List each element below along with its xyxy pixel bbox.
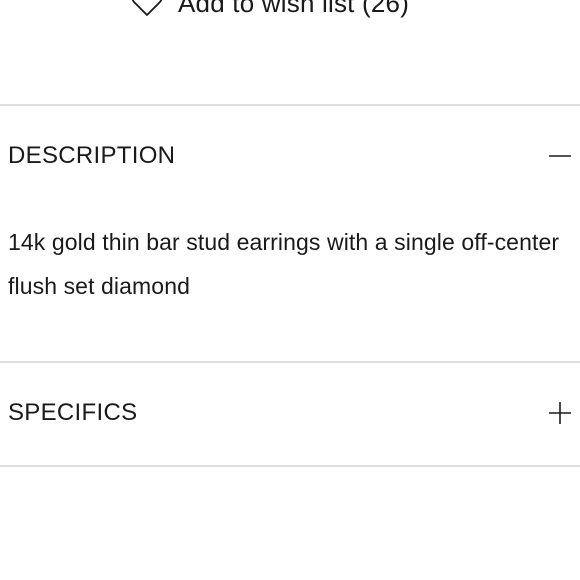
description-accordion-header[interactable]: DESCRIPTION: [0, 106, 580, 206]
wishlist-label: Add to wish list (26): [178, 0, 410, 18]
heart-outline-icon: [131, 0, 163, 16]
description-title: DESCRIPTION: [8, 142, 176, 169]
minus-icon[interactable]: [548, 144, 572, 168]
product-details-panel: Add to wish list (26) DESCRIPTION 14k go…: [0, 0, 580, 580]
divider: [0, 465, 580, 467]
specifics-title: SPECIFICS: [8, 399, 138, 426]
add-to-wishlist-button[interactable]: Add to wish list (26): [130, 0, 409, 20]
plus-icon[interactable]: [548, 401, 572, 425]
specifics-accordion-header[interactable]: SPECIFICS: [0, 363, 580, 463]
description-body: 14k gold thin bar stud earrings with a s…: [8, 229, 560, 299]
